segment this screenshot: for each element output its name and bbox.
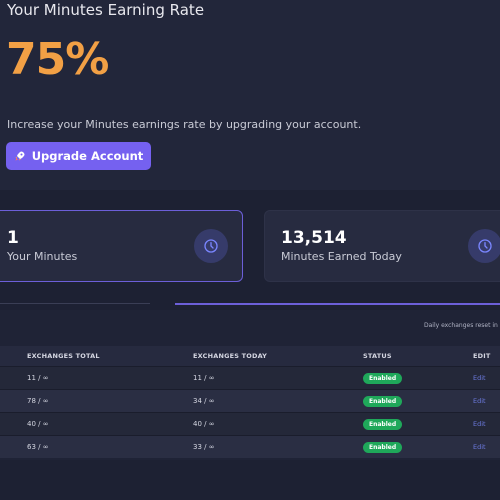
edit-link[interactable]: Edit	[473, 443, 486, 451]
exchanges-today-cell: 11 / ∞	[193, 374, 215, 382]
exchanges-table: EXCHANGES TOTAL EXCHANGES TODAY STATUS E…	[0, 346, 500, 458]
minutes-earned-today-value: 13,514	[281, 228, 347, 248]
upgrade-description: Increase your Minutes earnings rate by u…	[7, 118, 362, 131]
active-tab-indicator	[175, 303, 500, 305]
your-minutes-label: Your Minutes	[7, 250, 78, 263]
exchanges-total-cell: 78 / ∞	[27, 397, 49, 405]
status-badge: Enabled	[363, 442, 403, 453]
upgrade-account-button[interactable]: Upgrade Account	[6, 142, 151, 170]
table-row: 78 / ∞ 34 / ∞ Enabled Edit	[0, 389, 500, 412]
earning-rate-value: 75%	[6, 34, 109, 85]
daily-reset-note: Daily exchanges reset in	[424, 322, 498, 329]
tab-divider	[0, 303, 150, 304]
your-minutes-card: 1 Your Minutes	[0, 210, 243, 282]
rocket-icon	[15, 151, 25, 161]
clock-icon	[468, 229, 500, 263]
table-row: 40 / ∞ 40 / ∞ Enabled Edit	[0, 412, 500, 435]
exchanges-total-cell: 40 / ∞	[27, 420, 49, 428]
your-minutes-value: 1	[7, 228, 19, 248]
column-header: EDIT	[473, 352, 491, 360]
status-badge: Enabled	[363, 396, 403, 407]
column-header: EXCHANGES TOTAL	[27, 352, 100, 360]
status-badge: Enabled	[363, 373, 403, 384]
earning-rate-section: Your Minutes Earning Rate 75% Increase y…	[0, 0, 500, 190]
exchanges-total-cell: 11 / ∞	[27, 374, 49, 382]
edit-link[interactable]: Edit	[473, 420, 486, 428]
upgrade-account-label: Upgrade Account	[31, 149, 144, 163]
exchanges-total-cell: 63 / ∞	[27, 443, 49, 451]
exchanges-today-cell: 33 / ∞	[193, 443, 215, 451]
table-header: EXCHANGES TOTAL EXCHANGES TODAY STATUS E…	[0, 346, 500, 366]
exchanges-today-cell: 34 / ∞	[193, 397, 215, 405]
minutes-earned-today-label: Minutes Earned Today	[281, 250, 402, 263]
status-badge: Enabled	[363, 419, 403, 430]
table-body: 11 / ∞ 11 / ∞ Enabled Edit 78 / ∞ 34 / ∞…	[0, 366, 500, 458]
exchanges-today-cell: 40 / ∞	[193, 420, 215, 428]
page-title: Your Minutes Earning Rate	[7, 1, 205, 19]
minutes-earned-today-card: 13,514 Minutes Earned Today	[264, 210, 500, 282]
clock-icon	[194, 229, 228, 263]
edit-link[interactable]: Edit	[473, 397, 486, 405]
table-row: 11 / ∞ 11 / ∞ Enabled Edit	[0, 366, 500, 389]
column-header: EXCHANGES TODAY	[193, 352, 268, 360]
table-row: 63 / ∞ 33 / ∞ Enabled Edit	[0, 435, 500, 458]
edit-link[interactable]: Edit	[473, 374, 486, 382]
column-header: STATUS	[363, 352, 392, 360]
